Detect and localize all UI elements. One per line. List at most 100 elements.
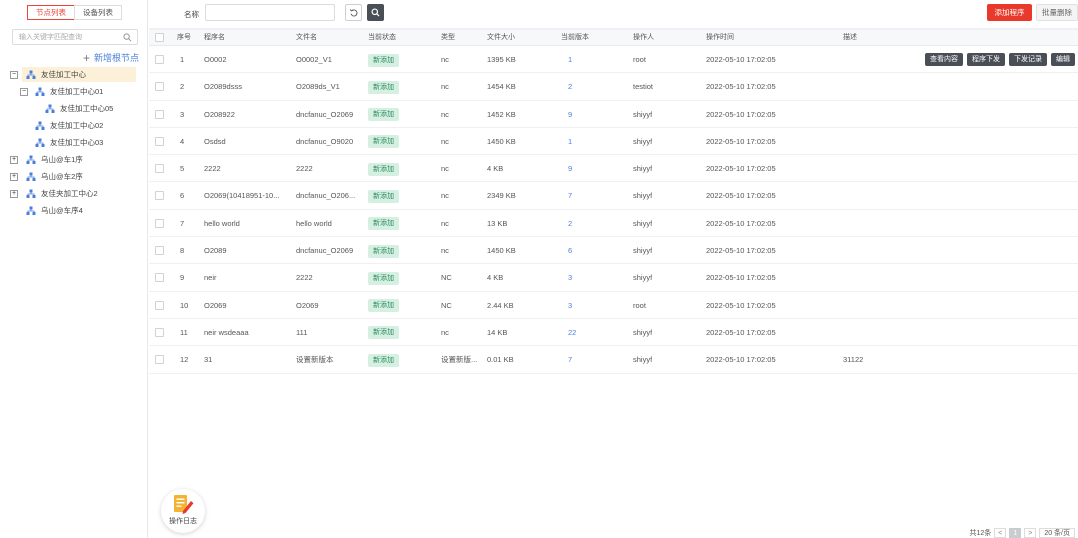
row-checkbox[interactable] <box>155 273 164 283</box>
cell-version[interactable]: 1 <box>568 128 572 155</box>
tree-node-item[interactable]: 友佳加工中心03 <box>31 135 107 150</box>
document-pen-icon <box>174 495 194 514</box>
cell-status: 新添加 <box>368 155 399 182</box>
page-1-button[interactable]: 1 <box>1009 528 1022 538</box>
row-checkbox[interactable] <box>155 55 164 64</box>
cell-version[interactable]: 2 <box>568 73 572 100</box>
tab-node-list[interactable]: 节点列表 <box>27 5 75 20</box>
cell-file-name: dncfanuc_O2069 <box>296 246 354 256</box>
cell-operation-time: 2022-05-10 17:02:05 <box>706 136 776 146</box>
table-row: 7 hello world hello world nc 13 KB 2 shiyyf 202… <box>149 210 1078 238</box>
deploy-history-button[interactable]: 下发记录 <box>1009 53 1047 66</box>
row-checkbox[interactable] <box>155 355 164 365</box>
add-program-button[interactable]: 添加程序 <box>987 4 1032 21</box>
select-all-checkbox[interactable] <box>155 33 164 42</box>
cell-type: nc <box>441 327 449 337</box>
tree-search-input[interactable] <box>13 30 137 44</box>
org-node-icon <box>26 172 36 182</box>
tree-node-item[interactable]: 乌山@车序4 <box>22 203 87 218</box>
cell-version[interactable]: 1 <box>568 46 572 73</box>
collapse-icon[interactable]: − <box>20 87 28 96</box>
cell-status: 新添加 <box>368 101 399 128</box>
deploy-program-button[interactable]: 程序下发 <box>967 53 1005 66</box>
edit-button[interactable]: 编辑 <box>1051 53 1075 66</box>
cell-program-name: O2089 <box>204 246 227 256</box>
search-button[interactable] <box>367 4 384 21</box>
row-checkbox[interactable] <box>155 246 164 256</box>
cell-file-size: 13 KB <box>487 218 508 228</box>
tree-node-item[interactable]: 友佳加工中心05 <box>41 101 117 116</box>
cell-operation-time: 2022-05-10 17:02:05 <box>706 327 776 337</box>
search-icon <box>371 8 380 17</box>
cell-version[interactable]: 3 <box>568 264 572 291</box>
batch-delete-button[interactable]: 批量删除 <box>1036 4 1078 21</box>
search-icon[interactable] <box>123 33 132 42</box>
tree-node-item[interactable]: 乌山@车1序 <box>22 152 87 167</box>
page-size-select[interactable]: 20 条/页 <box>1039 528 1075 538</box>
cell-program-name: O0002 <box>204 55 227 64</box>
row-checkbox[interactable] <box>155 136 164 146</box>
tree-node-item[interactable]: 友佳加工中心 <box>22 67 136 82</box>
cell-version[interactable]: 22 <box>568 319 576 346</box>
cell-version[interactable]: 7 <box>568 346 572 373</box>
header-version: 当前版本 <box>561 34 589 41</box>
row-checkbox[interactable] <box>155 82 164 92</box>
sidebar-tabs: 节点列表 设备列表 <box>27 5 122 20</box>
next-page-button[interactable]: > <box>1024 528 1037 538</box>
cell-program-name: 2222 <box>204 164 221 174</box>
cell-file-size: 0.01 KB <box>487 355 514 365</box>
tree-node-label: 友佳加工中心03 <box>50 138 104 147</box>
tree-node-item[interactable]: 友佳夹加工中心2 <box>22 186 102 201</box>
row-checkbox[interactable] <box>155 191 164 201</box>
cell-operation-time: 2022-05-10 17:02:05 <box>706 300 776 310</box>
expand-icon[interactable]: + <box>10 155 18 164</box>
header-type: 类型 <box>441 34 455 41</box>
name-filter-label: 名称 <box>184 10 199 19</box>
prev-page-button[interactable]: < <box>994 528 1007 538</box>
row-checkbox[interactable] <box>155 164 164 174</box>
cell-operator: shiyyf <box>633 191 653 201</box>
tab-device-list[interactable]: 设备列表 <box>74 5 122 20</box>
row-checkbox[interactable] <box>155 218 164 228</box>
status-badge: 新添加 <box>368 271 399 285</box>
tree-node-item[interactable]: 乌山@车2序 <box>22 169 87 184</box>
header-description: 描述 <box>843 34 857 41</box>
status-badge: 新添加 <box>368 162 399 176</box>
cell-status: 新添加 <box>368 292 399 319</box>
cell-type: nc <box>441 191 449 201</box>
reset-button[interactable] <box>345 4 362 21</box>
tree-node-label: 乌山@车1序 <box>41 155 83 164</box>
cell-version[interactable]: 9 <box>568 155 572 182</box>
view-content-button[interactable]: 查看内容 <box>925 53 963 66</box>
tree-node-item[interactable]: 友佳加工中心01 <box>31 84 107 99</box>
cell-file-name: 2222 <box>296 273 313 283</box>
row-checkbox[interactable] <box>155 109 164 119</box>
cell-version[interactable]: 9 <box>568 101 572 128</box>
tree-node-item[interactable]: 友佳加工中心02 <box>31 118 107 133</box>
operation-log-label: 操作日志 <box>169 518 197 525</box>
cell-version[interactable]: 6 <box>568 237 572 264</box>
cell-version[interactable]: 7 <box>568 182 572 209</box>
cell-file-size: 1395 KB <box>487 55 516 64</box>
header-operation-time: 操作时间 <box>706 34 734 41</box>
cell-version[interactable]: 2 <box>568 210 572 237</box>
cell-index: 9 <box>180 273 185 283</box>
table-row: 4 Osdsd dncfanuc_O9020 nc 1450 KB 1 shiyyf 2022… <box>149 128 1078 156</box>
row-checkbox[interactable] <box>155 327 164 337</box>
undo-icon <box>349 9 358 17</box>
row-checkbox[interactable] <box>155 300 164 310</box>
org-node-icon <box>35 138 45 148</box>
cell-operation-time: 2022-05-10 17:02:05 <box>706 109 776 119</box>
expand-icon[interactable]: + <box>10 172 18 181</box>
cell-operation-time: 2022-05-10 17:02:05 <box>706 82 776 92</box>
cell-status: 新添加 <box>368 210 399 237</box>
add-root-node-button[interactable]: + 新增根节点 <box>83 51 139 64</box>
name-filter-input[interactable] <box>205 4 335 21</box>
cell-file-size: 2349 KB <box>487 191 516 201</box>
sidebar: 节点列表 设备列表 + 新增根节点 − 友佳加工中心 − 友佳加工中心01 友佳加工中心… <box>0 0 148 538</box>
cell-version[interactable]: 3 <box>568 292 572 319</box>
table-row: 8 O2089 dncfanuc_O2069 nc 1450 KB 6 shiyyf 2022… <box>149 237 1078 265</box>
expand-icon[interactable]: + <box>10 189 18 198</box>
collapse-icon[interactable]: − <box>10 70 18 79</box>
operation-log-button[interactable]: 操作日志 <box>161 489 205 533</box>
